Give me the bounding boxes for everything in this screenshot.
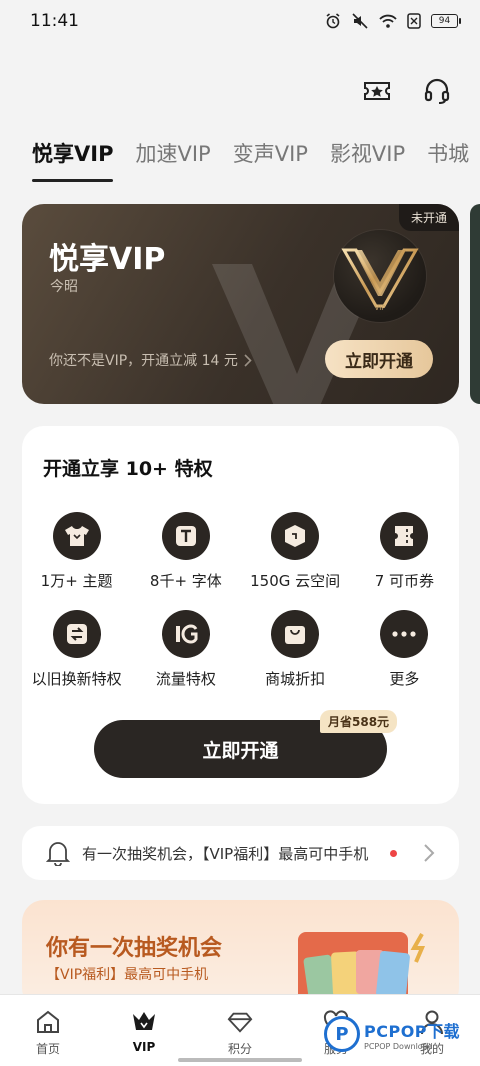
tab-yuexiang-vip[interactable]: 悦享VIP [32, 138, 114, 182]
alarm-icon [326, 13, 340, 29]
lottery-title: 你有一次抽奖机会 [46, 936, 223, 961]
nav-label: 积分 [227, 1042, 252, 1056]
notice-text: 有一次抽奖机会，【VIP福利】最高可中手机 [82, 845, 369, 863]
perk-label: 1万+ 主题 [40, 572, 113, 590]
perk-label: 以旧换新特权 [31, 670, 122, 688]
perk-label: 流量特权 [155, 670, 216, 688]
status-time: 11:41 [30, 11, 79, 31]
vip-logo: VIP [334, 230, 426, 322]
perk-cloud-storage[interactable]: 150G 云空间 [241, 512, 350, 591]
nav-home[interactable]: 首页 [0, 995, 96, 1066]
nav-points[interactable]: 积分 [192, 995, 288, 1066]
tab-speed-vip[interactable]: 加速VIP [135, 138, 210, 182]
status-bar: 11:41 94 [0, 0, 480, 42]
perk-trade-in[interactable]: 以旧换新特权 [22, 610, 131, 689]
more-icon [380, 610, 429, 658]
mute-icon [352, 13, 368, 29]
sim-off-icon [407, 13, 421, 29]
vip-promo-link[interactable]: 你还不是VIP，开通立减 14 元 [49, 350, 252, 370]
tab-bookstore[interactable]: 书城 [427, 138, 469, 182]
perk-fonts[interactable]: 8千+ 字体 [131, 512, 240, 591]
perk-label: 7 可币券 [374, 572, 435, 590]
headset-icon[interactable] [422, 76, 452, 106]
watermark-text: PCPOP下载 PCPOP Download [364, 1018, 460, 1051]
watermark-main: PCPOP下载 [364, 1021, 461, 1041]
perks-card: 开通立享 10+ 特权 1万+ 主题 8千+ 字体 150G 云空间 7 可币券 [22, 426, 459, 804]
tab-voice-vip[interactable]: 变声VIP [233, 138, 308, 182]
perk-more[interactable]: 更多 [350, 610, 459, 689]
chevron-right-icon [424, 844, 435, 862]
watermark-logo-icon: P [324, 1016, 360, 1052]
tshirt-icon [52, 512, 101, 560]
perk-label: 8千+ 字体 [149, 572, 222, 590]
vip-logo-caption: VIP [374, 304, 385, 312]
nav-label: VIP [132, 1040, 156, 1054]
gold-v-icon: VIP [341, 248, 419, 312]
font-icon [161, 512, 210, 560]
perks-grid: 1万+ 主题 8千+ 字体 150G 云空间 7 可币券 以旧换新特权 流量特权… [22, 512, 459, 689]
unread-dot [390, 850, 397, 857]
trade-in-icon [52, 610, 101, 658]
data-1g-icon [161, 610, 210, 658]
cloud-box-icon [271, 512, 320, 560]
chevron-right-icon [244, 353, 252, 367]
perks-title: 开通立享 10+ 特权 [43, 458, 213, 480]
wifi-icon [379, 14, 397, 28]
watermark-sub: PCPOP Download [364, 1041, 433, 1051]
vip-membership-card[interactable]: 未开通 悦享VIP 今昭 你还不是VIP，开通立减 14 元 VIP 立即开通 [22, 204, 459, 404]
bell-icon [46, 842, 70, 866]
tab-video-vip[interactable]: 影视VIP [330, 138, 405, 182]
nav-label: 首页 [35, 1042, 60, 1056]
nav-vip[interactable]: VIP [96, 995, 192, 1066]
vip-card-title: 悦享VIP [49, 242, 166, 277]
home-icon [35, 1009, 61, 1035]
vip-promo-text: 你还不是VIP，开通立减 14 元 [49, 353, 238, 369]
crown-icon [131, 1009, 157, 1035]
perk-label: 更多 [389, 670, 420, 688]
perk-label: 商城折扣 [265, 670, 326, 688]
battery-level: 94 [438, 16, 451, 26]
perk-themes[interactable]: 1万+ 主题 [22, 512, 131, 591]
home-indicator[interactable] [178, 1058, 302, 1062]
save-badge: 月省588元 [320, 710, 398, 733]
lottery-subtitle: 【VIP福利】最高可中手机 [46, 967, 209, 983]
shop-bag-icon [271, 610, 320, 658]
status-badge: 未开通 [398, 204, 459, 231]
vip-open-button[interactable]: 立即开通 [325, 340, 433, 378]
perk-coupons[interactable]: 7 可币券 [350, 512, 459, 591]
user-name: 今昭 [50, 279, 78, 295]
ticket-star-icon[interactable] [362, 76, 392, 106]
perk-data[interactable]: 流量特权 [131, 610, 240, 689]
header-actions [362, 76, 452, 106]
coupon-icon [380, 512, 429, 560]
perk-label: 150G 云空间 [250, 572, 341, 590]
status-icons: 94 [325, 13, 461, 29]
battery-icon: 94 [431, 14, 461, 28]
notice-bar[interactable]: 有一次抽奖机会，【VIP福利】最高可中手机 [22, 826, 459, 880]
perk-shop-discount[interactable]: 商城折扣 [241, 610, 350, 689]
vip-tabs: 悦享VIP 加速VIP 变声VIP 影视VIP 书城 [32, 138, 480, 184]
site-watermark: P PCPOP下载 PCPOP Download [324, 1012, 474, 1056]
diamond-icon [227, 1009, 253, 1035]
next-card-peek[interactable] [470, 204, 480, 404]
